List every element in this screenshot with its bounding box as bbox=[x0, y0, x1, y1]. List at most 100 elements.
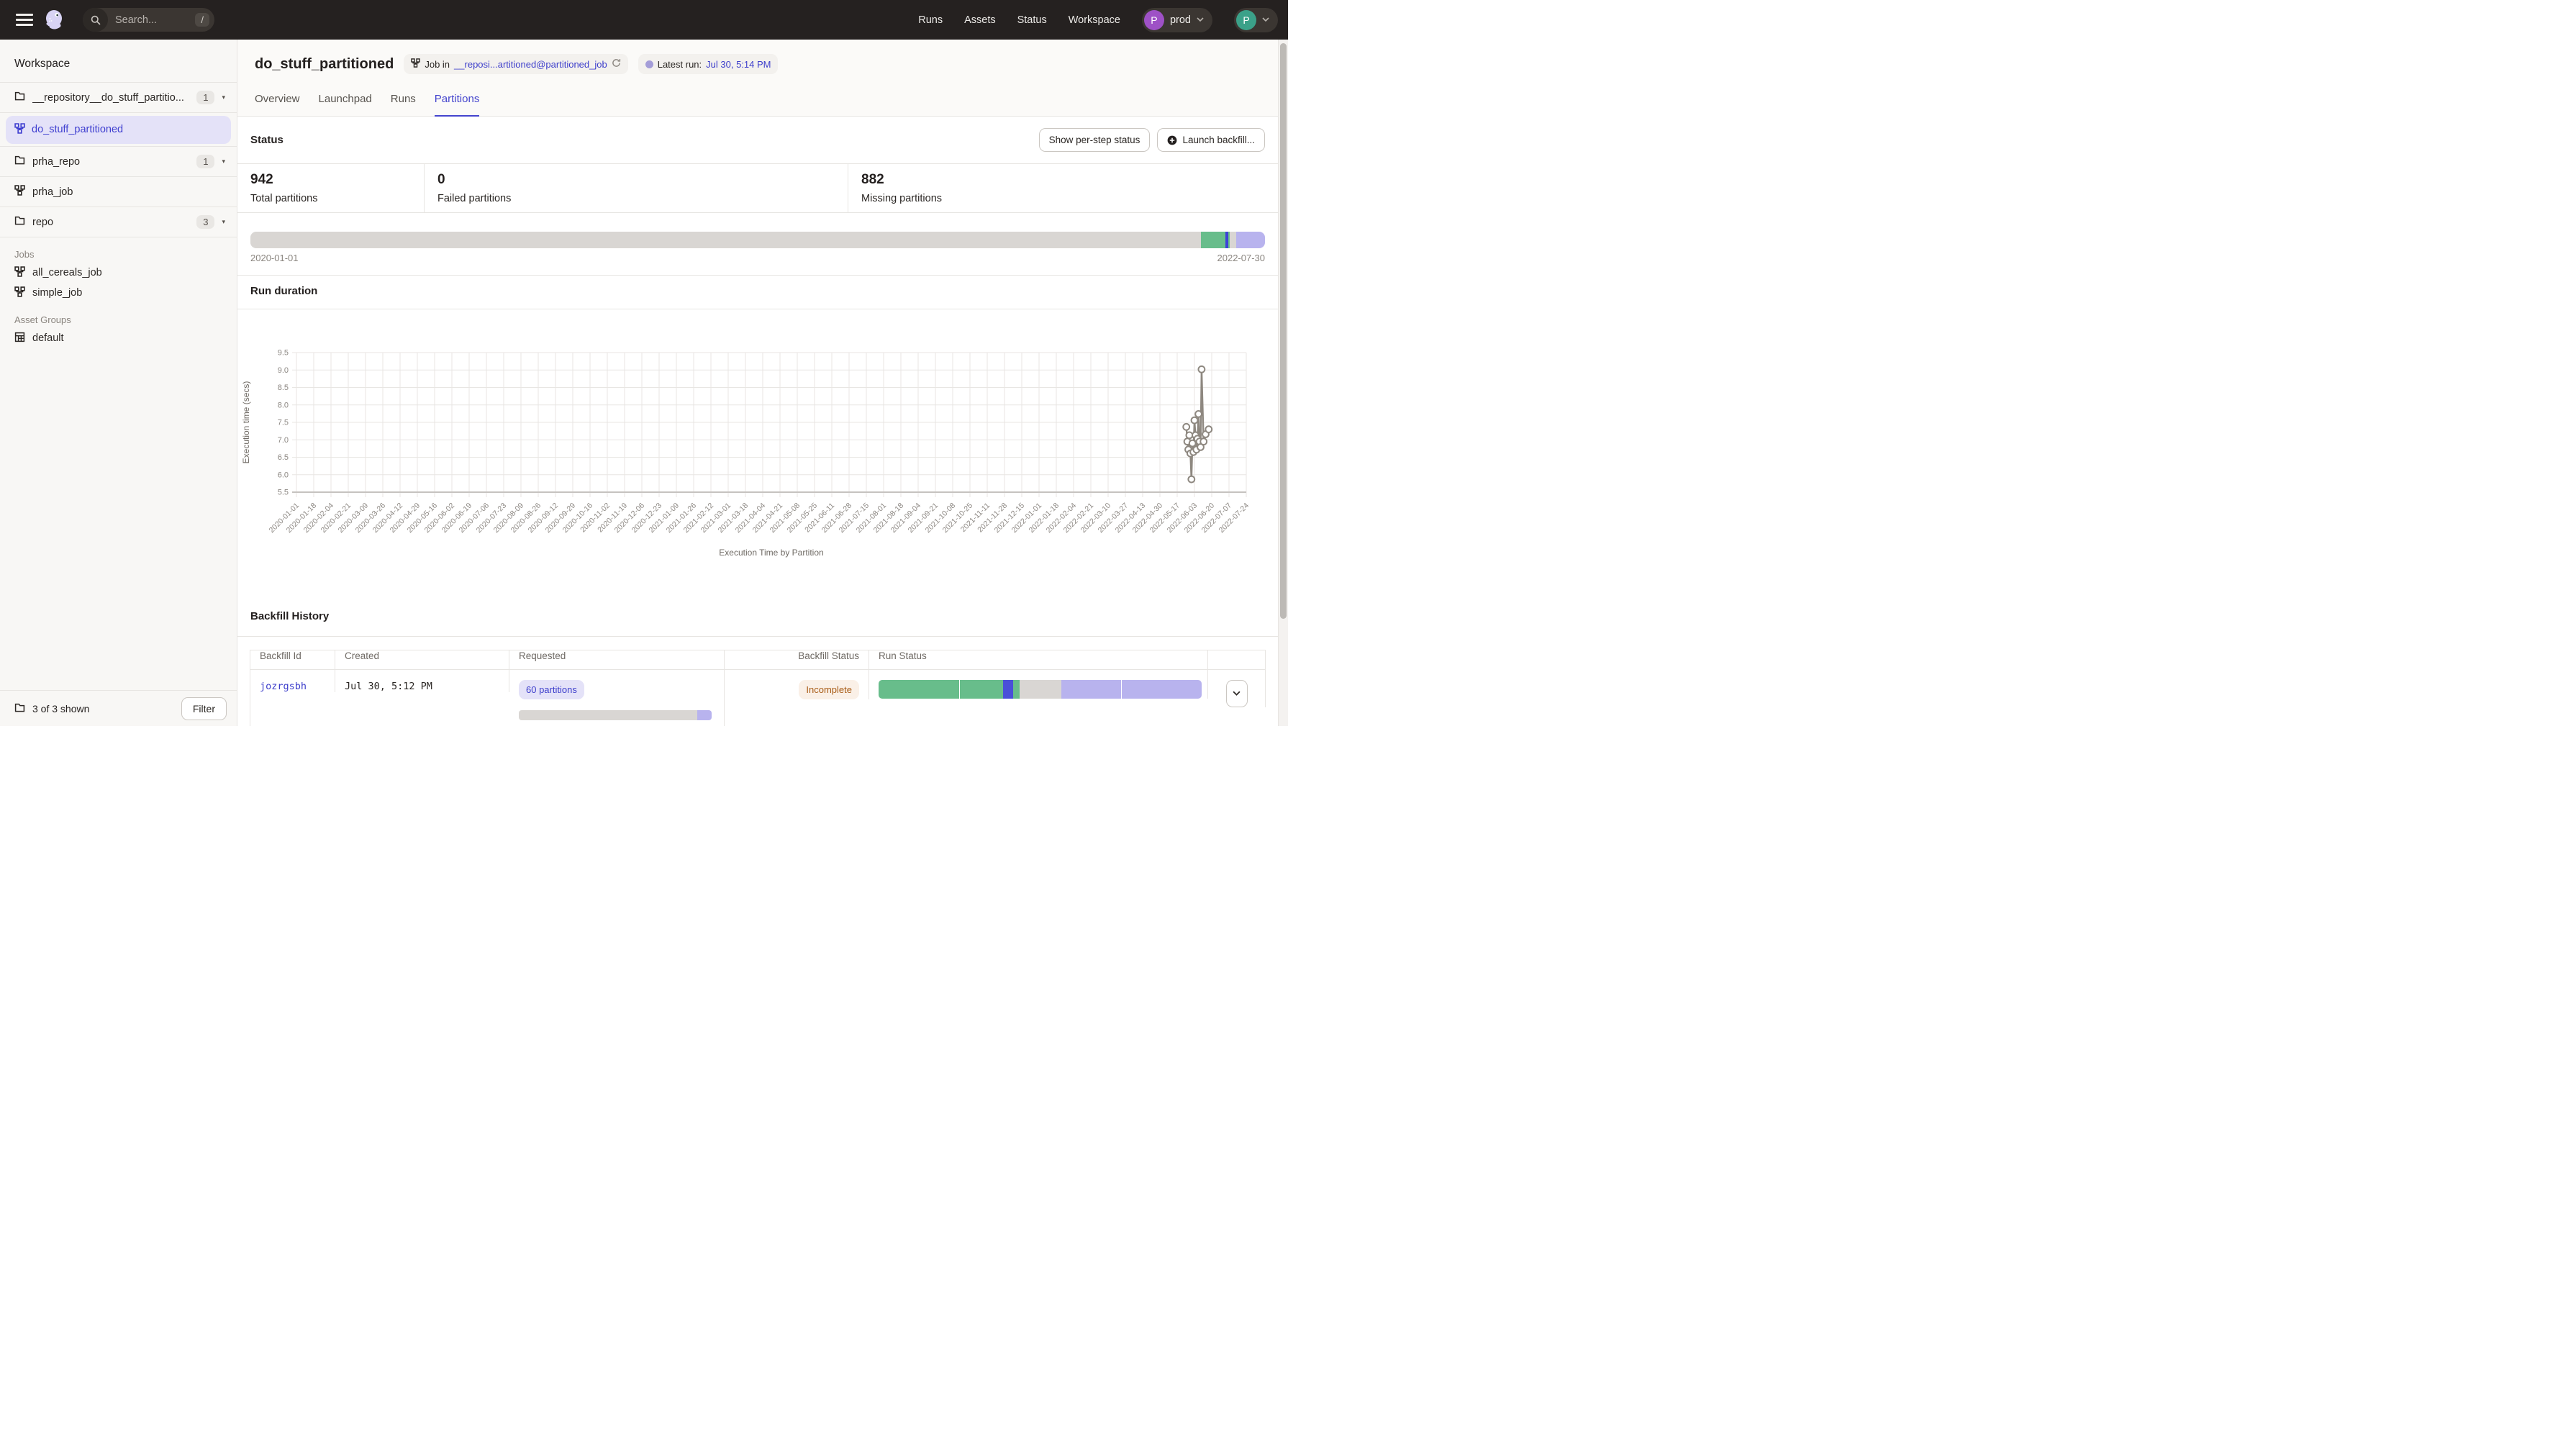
launch-backfill-button[interactable]: Launch backfill... bbox=[1157, 128, 1265, 152]
partition-stats: 942 Total partitions 0 Failed partitions… bbox=[237, 163, 1278, 213]
sidebar-item-prha-repo[interactable]: prha_repo 1 ▾ bbox=[0, 147, 237, 177]
dagster-logo-icon[interactable] bbox=[45, 9, 64, 30]
svg-text:7.5: 7.5 bbox=[278, 419, 289, 427]
latest-run-link[interactable]: Jul 30, 5:14 PM bbox=[706, 59, 771, 70]
job-icon bbox=[14, 123, 25, 137]
show-per-step-status-button[interactable]: Show per-step status bbox=[1039, 128, 1151, 152]
latest-run-prefix: Latest run: bbox=[658, 59, 702, 70]
sidebar-item-do-stuff-partitioned[interactable]: do_stuff_partitioned bbox=[0, 113, 237, 147]
job-icon bbox=[14, 185, 25, 199]
column-header-backfill-status: Backfill Status bbox=[725, 650, 869, 669]
backfill-history-section: Backfill History Backfill Id Created Req… bbox=[237, 597, 1278, 726]
sidebar-item-label: all_cereals_job bbox=[32, 267, 102, 278]
search-input[interactable]: Search... / bbox=[83, 8, 214, 32]
run-status-bar[interactable] bbox=[879, 680, 1202, 699]
sidebar-item-label: repo bbox=[32, 217, 189, 228]
svg-text:Execution Time by Partition: Execution Time by Partition bbox=[719, 548, 823, 558]
job-icon bbox=[14, 266, 25, 280]
asset-group-icon bbox=[14, 332, 25, 345]
job-location-link[interactable]: __reposi...artitioned@partitioned_job bbox=[454, 59, 607, 70]
expand-caret-icon[interactable]: ▾ bbox=[222, 218, 225, 226]
user-menu[interactable]: P bbox=[1234, 8, 1278, 32]
top-navbar: Search... / Runs Assets Status Workspace… bbox=[0, 0, 1288, 40]
backfill-created-time: Jul 30, 5:12 PM bbox=[345, 681, 432, 692]
user-avatar: P bbox=[1236, 10, 1256, 30]
row-expand-button[interactable] bbox=[1226, 680, 1248, 707]
svg-text:8.5: 8.5 bbox=[278, 384, 289, 392]
sidebar-item-simple-job[interactable]: simple_job bbox=[0, 283, 237, 303]
backfill-table-header: Backfill Id Created Requested Backfill S… bbox=[250, 650, 1266, 670]
deployment-switcher[interactable]: P prod bbox=[1142, 8, 1212, 32]
requested-end-date: 2022-07-30 bbox=[660, 725, 712, 726]
scrollbar-thumb[interactable] bbox=[1280, 43, 1287, 619]
sidebar-footer: 3 of 3 shown Filter bbox=[0, 690, 237, 726]
run-duration-section: Run duration 2020-01-012020-01-182020-02… bbox=[237, 276, 1278, 597]
column-header-created: Created bbox=[335, 650, 509, 669]
search-icon bbox=[83, 8, 108, 32]
tab-runs[interactable]: Runs bbox=[391, 93, 416, 116]
stat-missing-partitions: 882 Missing partitions bbox=[848, 164, 1278, 212]
latest-run-badge: Latest run: Jul 30, 5:14 PM bbox=[638, 54, 779, 74]
sidebar-item-label: simple_job bbox=[32, 287, 82, 299]
expand-caret-icon[interactable]: ▾ bbox=[222, 158, 225, 165]
chevron-down-icon bbox=[1233, 691, 1241, 696]
asset-groups-section-label: Asset Groups bbox=[0, 303, 237, 328]
column-header-backfill-id: Backfill Id bbox=[250, 650, 335, 669]
search-placeholder: Search... bbox=[115, 14, 195, 26]
sidebar-item-all-cereals-job[interactable]: all_cereals_job bbox=[0, 263, 237, 283]
run-duration-title: Run duration bbox=[250, 285, 317, 297]
stat-failed-partitions: 0 Failed partitions bbox=[425, 164, 848, 212]
svg-text:9.5: 9.5 bbox=[278, 349, 289, 358]
reload-icon[interactable] bbox=[612, 58, 621, 70]
sidebar-item-repository[interactable]: __repository__do_stuff_partitio... 1 ▾ bbox=[0, 83, 237, 113]
partition-status-bar[interactable] bbox=[250, 232, 1265, 248]
menu-icon[interactable] bbox=[16, 11, 33, 29]
svg-text:Execution time (secs): Execution time (secs) bbox=[241, 381, 251, 464]
deployment-name: prod bbox=[1170, 14, 1191, 26]
job-count-badge: 3 bbox=[196, 215, 214, 229]
job-icon bbox=[14, 286, 25, 300]
workspace-sidebar: Workspace __repository__do_stuff_partiti… bbox=[0, 40, 237, 726]
nav-link-workspace[interactable]: Workspace bbox=[1069, 14, 1120, 26]
vertical-scrollbar[interactable] bbox=[1278, 40, 1288, 726]
filter-button[interactable]: Filter bbox=[181, 697, 227, 720]
job-location-badge: Job in __reposi...artitioned@partitioned… bbox=[404, 54, 627, 74]
sidebar-title: Workspace bbox=[0, 40, 237, 83]
requested-partitions-badge[interactable]: 60 partitions bbox=[519, 680, 584, 699]
search-shortcut-key: / bbox=[195, 13, 209, 27]
run-duration-chart[interactable]: 2020-01-012020-01-182020-02-042020-02-21… bbox=[237, 309, 1278, 597]
sidebar-item-default-group[interactable]: default bbox=[0, 328, 237, 348]
jobs-section-label: Jobs bbox=[0, 237, 237, 263]
job-location-prefix: Job in bbox=[425, 59, 450, 70]
backfill-history-title: Backfill History bbox=[250, 610, 329, 622]
nav-link-assets[interactable]: Assets bbox=[964, 14, 996, 26]
job-count-badge: 1 bbox=[196, 155, 214, 168]
tab-launchpad[interactable]: Launchpad bbox=[319, 93, 372, 116]
partition-end-date: 2022-07-30 bbox=[1217, 253, 1266, 263]
job-count-badge: 1 bbox=[196, 91, 214, 104]
expand-caret-icon[interactable]: ▾ bbox=[222, 94, 225, 101]
backfill-id-link[interactable]: jozrgsbh bbox=[260, 681, 307, 692]
sidebar-item-label: do_stuff_partitioned bbox=[32, 124, 222, 135]
svg-text:8.0: 8.0 bbox=[278, 401, 289, 409]
chevron-down-icon bbox=[1262, 17, 1269, 22]
sidebar-item-prha-job[interactable]: prha_job bbox=[0, 177, 237, 207]
svg-text:9.0: 9.0 bbox=[278, 366, 289, 375]
backfill-table: Backfill Id Created Requested Backfill S… bbox=[250, 650, 1266, 726]
sidebar-item-repo[interactable]: repo 3 ▾ bbox=[0, 207, 237, 237]
folder-icon bbox=[14, 91, 25, 104]
partition-bar-dates: 2020-01-01 2022-07-30 bbox=[237, 248, 1278, 275]
sidebar-item-label: prha_repo bbox=[32, 156, 189, 168]
tab-partitions[interactable]: Partitions bbox=[435, 93, 480, 117]
nav-link-runs[interactable]: Runs bbox=[918, 14, 943, 26]
requested-range-bar bbox=[519, 710, 712, 720]
job-tabs: Overview Launchpad Runs Partitions bbox=[237, 78, 1278, 117]
chevron-down-icon bbox=[1197, 17, 1204, 22]
folder-icon bbox=[14, 702, 25, 715]
job-icon bbox=[411, 58, 420, 70]
tab-overview[interactable]: Overview bbox=[255, 93, 300, 116]
sidebar-item-label: default bbox=[32, 332, 64, 344]
folder-icon bbox=[14, 155, 25, 168]
nav-link-status[interactable]: Status bbox=[1017, 14, 1047, 26]
svg-text:6.5: 6.5 bbox=[278, 453, 289, 462]
